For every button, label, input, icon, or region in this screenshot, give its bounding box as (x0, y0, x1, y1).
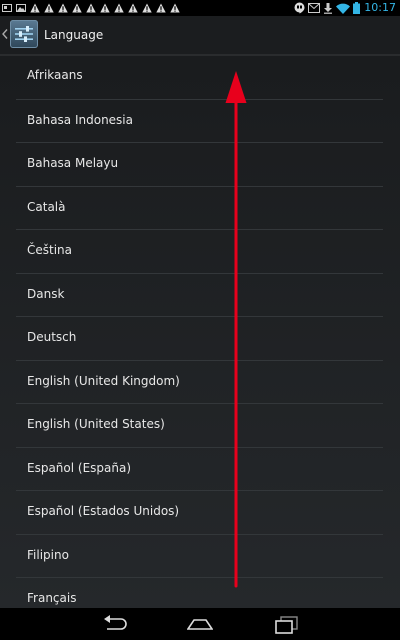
warning-icon (170, 3, 180, 13)
language-list-item[interactable]: Español (Estados Unidos) (16, 491, 383, 535)
status-bar: 10:17 (0, 0, 400, 16)
system-icons: 10:17 (291, 0, 396, 16)
home-icon (187, 619, 213, 630)
warning-icon (58, 3, 68, 13)
sliders-icon (15, 26, 33, 42)
action-bar: Language (0, 16, 400, 56)
warning-icon (30, 3, 40, 13)
language-label: Filipino (27, 547, 69, 562)
language-label: Dansk (27, 286, 65, 301)
language-label: Bahasa Melayu (27, 156, 119, 170)
navigation-bar (0, 608, 400, 640)
settings-screen: 10:17 Language Afrikaans Bahasa Indonesi… (0, 0, 400, 640)
language-label: Bahasa Indonesia (27, 112, 133, 127)
photo-icon (2, 4, 12, 12)
back-button[interactable] (94, 614, 134, 634)
notification-area[interactable] (2, 1, 184, 15)
language-list-item[interactable]: English (United Kingdom) (16, 361, 383, 404)
gmail-icon (308, 3, 321, 13)
warning-icon (114, 3, 124, 13)
language-list-item[interactable]: Bahasa Melayu (16, 143, 383, 187)
language-list-item[interactable]: Deutsch (16, 317, 383, 361)
language-list-item[interactable]: Čeština (16, 230, 383, 274)
hangouts-icon (294, 2, 305, 14)
chevron-left-icon (2, 29, 8, 39)
language-label: Català (27, 199, 66, 214)
language-list-container[interactable]: Afrikaans Bahasa Indonesia Bahasa Melayu Ca… (0, 56, 400, 608)
recent-apps-icon (275, 616, 298, 634)
language-list: Afrikaans Bahasa Indonesia Bahasa Melayu Ca… (0, 56, 400, 608)
language-label: Čeština (27, 243, 73, 257)
language-list-item[interactable]: Bahasa Indonesia (16, 100, 383, 143)
warning-icon (72, 3, 82, 13)
language-list-item[interactable]: Español (España) (16, 448, 383, 491)
language-list-item[interactable]: Català (16, 187, 383, 230)
warning-icon (44, 3, 54, 13)
language-label: English (United States) (27, 417, 165, 431)
language-label: Español (España) (27, 460, 132, 475)
download-icon (324, 2, 333, 14)
language-list-item[interactable]: Afrikaans (16, 56, 383, 100)
language-label: Afrikaans (27, 68, 83, 82)
language-label: Français (27, 591, 77, 605)
language-label: English (United Kingdom) (27, 373, 180, 388)
warning-icon (156, 3, 166, 13)
recent-apps-button[interactable] (266, 614, 306, 634)
language-list-item[interactable]: English (United States) (16, 404, 383, 448)
language-list-item[interactable]: Français (16, 578, 383, 608)
language-label: Deutsch (27, 330, 77, 344)
warning-icon (128, 3, 138, 13)
page-title: Language (44, 28, 104, 42)
language-list-item[interactable]: Dansk (16, 274, 383, 317)
warning-icon (100, 3, 110, 13)
warning-icon (86, 3, 96, 13)
warning-icon (142, 3, 152, 13)
settings-app-icon (10, 20, 38, 48)
battery-icon (353, 2, 361, 14)
image-icon (16, 4, 26, 12)
language-label: Español (Estados Unidos) (27, 504, 180, 518)
wifi-icon (336, 3, 351, 14)
back-arrow-icon (104, 615, 127, 630)
home-button[interactable] (180, 614, 220, 634)
clock: 10:17 (364, 1, 396, 14)
language-list-item[interactable]: Filipino (16, 535, 383, 578)
